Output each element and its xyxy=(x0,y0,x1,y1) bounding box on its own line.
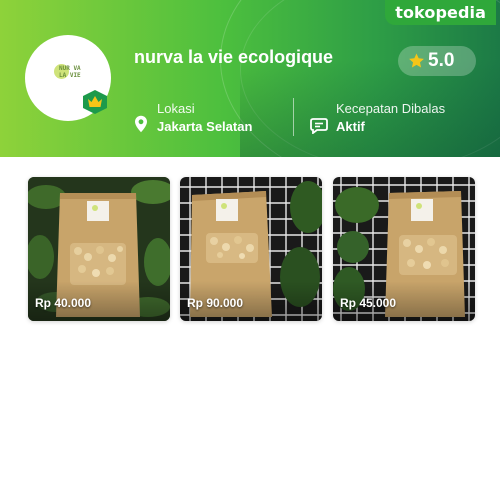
product-card[interactable]: Rp 90.000 xyxy=(180,177,322,321)
shop-logo-text: NUR VA LA VIE xyxy=(59,65,81,79)
location-label: Lokasi xyxy=(157,101,195,116)
rating-badge: 5.0 xyxy=(398,46,476,76)
star-icon xyxy=(409,53,424,68)
response-label: Kecepatan Dibalas xyxy=(336,101,446,116)
product-list: Rp 40.000 Rp 90.000 Rp 45.000 xyxy=(0,177,500,322)
product-card[interactable]: Rp 45.000 xyxy=(333,177,475,321)
chat-bubble-icon xyxy=(310,118,328,134)
shop-header: tokopedia NUR VA LA VIE nurva la vie eco… xyxy=(0,0,500,157)
response-value: Aktif xyxy=(336,119,365,134)
tokopedia-logo[interactable]: tokopedia xyxy=(385,0,496,25)
shop-name[interactable]: nurva la vie ecologique xyxy=(134,47,333,68)
info-divider xyxy=(293,98,294,136)
rating-value: 5.0 xyxy=(428,50,455,71)
product-price: Rp 45.000 xyxy=(340,296,397,310)
product-price: Rp 40.000 xyxy=(35,296,92,310)
product-price: Rp 90.000 xyxy=(187,296,244,310)
location-value: Jakarta Selatan xyxy=(157,119,253,134)
location-pin-icon xyxy=(135,115,147,133)
product-card[interactable]: Rp 40.000 xyxy=(28,177,170,321)
